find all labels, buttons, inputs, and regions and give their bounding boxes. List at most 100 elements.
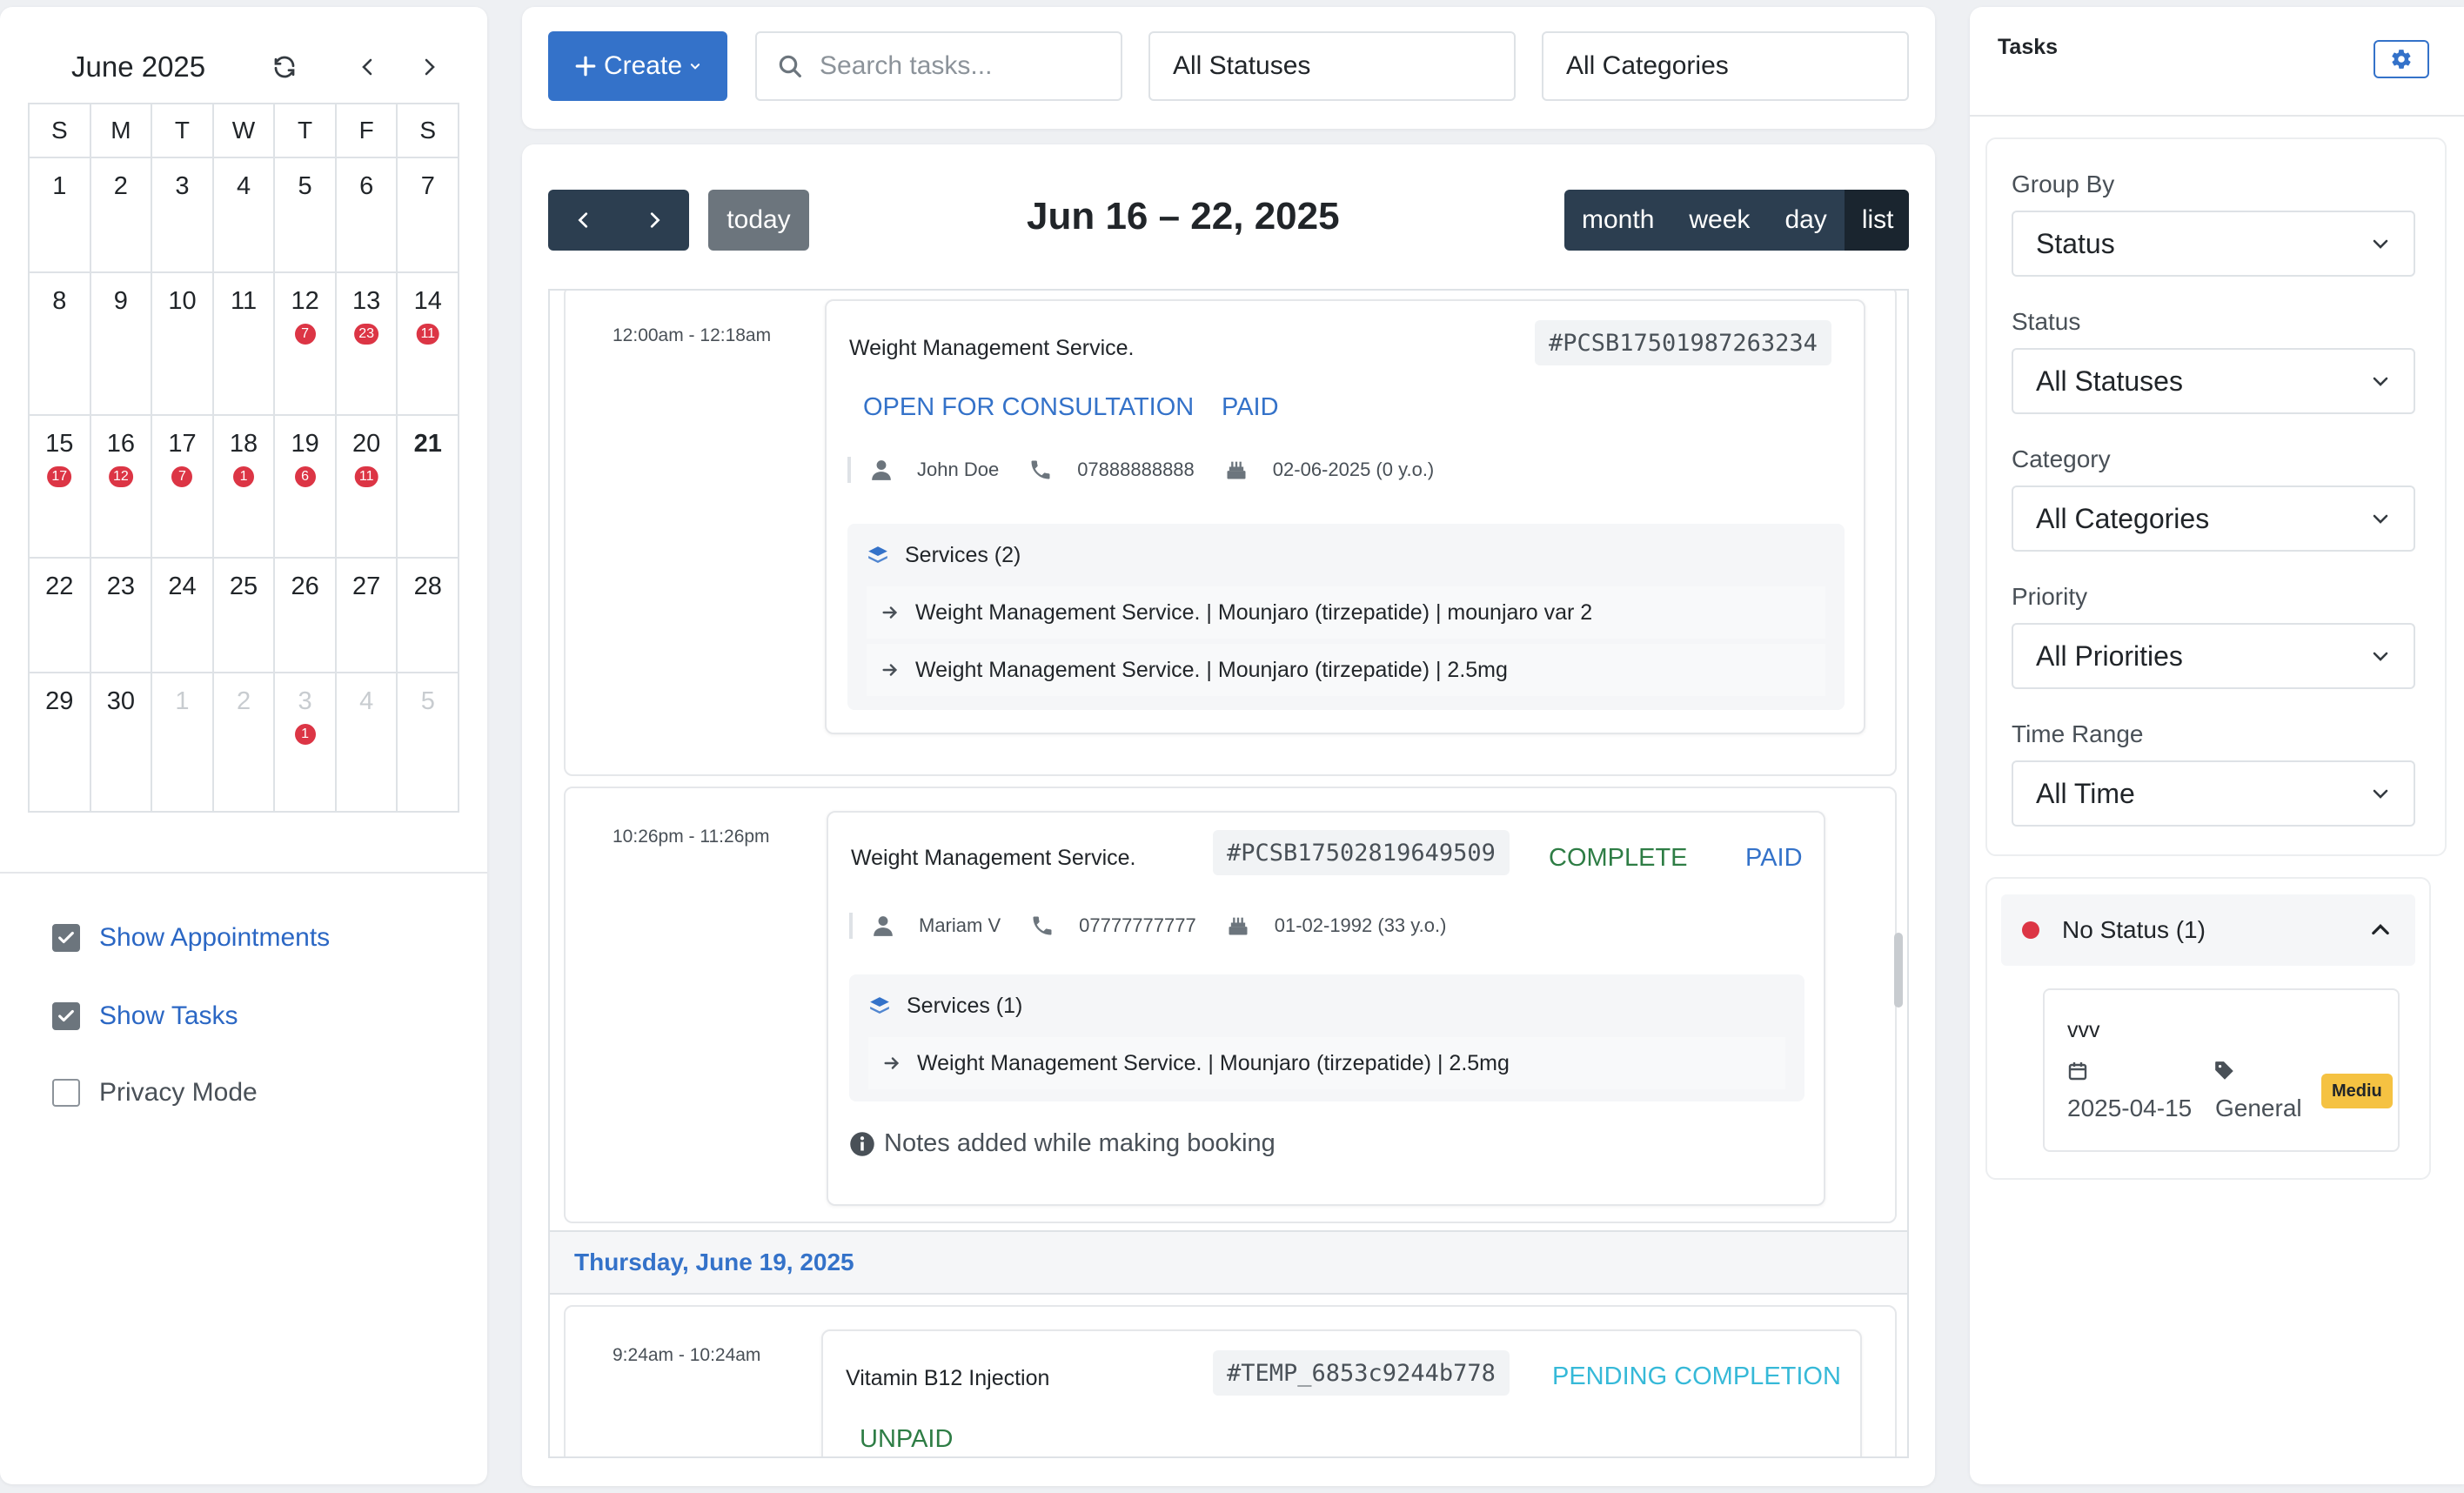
- mini-calendar-day[interactable]: 22: [30, 559, 91, 673]
- user-icon: [872, 460, 891, 480]
- task-title: vvv: [2067, 1018, 2100, 1042]
- mini-calendar-day[interactable]: 28: [398, 559, 460, 673]
- day-number: 10: [168, 287, 197, 315]
- appointment-card[interactable]: Vitamin B12 Injection #TEMP_6853c9244b77…: [821, 1329, 1862, 1456]
- task-group-header[interactable]: No Status (1): [2001, 894, 2415, 966]
- mini-calendar-day[interactable]: 6: [336, 158, 398, 273]
- appointment-card[interactable]: Weight Management Service. #PCSB17502819…: [827, 811, 1825, 1206]
- list-scrollbar[interactable]: [1894, 933, 1903, 1008]
- category-filter-select[interactable]: All Categories: [1542, 31, 1909, 101]
- category-select[interactable]: All Categories: [2012, 485, 2415, 552]
- mini-calendar-day[interactable]: 11: [213, 273, 276, 416]
- chevron-right-icon: [650, 212, 660, 228]
- show-appointments-toggle[interactable]: Show Appointments: [52, 919, 330, 957]
- task-filters: Group By Status Status All Statuses Cate…: [1985, 137, 2447, 856]
- mini-calendar-day[interactable]: 31: [275, 673, 337, 813]
- appointment-title: Weight Management Service.: [849, 336, 1135, 360]
- list-item[interactable]: 10:26pm - 11:26pm Weight Management Serv…: [564, 787, 1897, 1223]
- service-item: Weight Management Service. | Mounjaro (t…: [868, 1037, 1785, 1089]
- mini-calendar-day[interactable]: 15 17: [30, 416, 91, 559]
- privacy-mode-checkbox[interactable]: [52, 1079, 80, 1107]
- tasks-settings-button[interactable]: [2374, 40, 2429, 78]
- weekday-header: S: [30, 104, 91, 158]
- mini-next-month-button[interactable]: [407, 45, 451, 89]
- mini-calendar-day[interactable]: 25: [213, 559, 276, 673]
- task-card[interactable]: vvv 2025-04-15 General Mediu: [2043, 988, 2400, 1152]
- mini-calendar-day[interactable]: 30: [90, 673, 153, 813]
- search-input[interactable]: Search tasks...: [755, 31, 1122, 101]
- status-select[interactable]: All Statuses: [2012, 348, 2415, 414]
- mini-calendar-day[interactable]: 3: [152, 158, 214, 273]
- mini-calendar-day[interactable]: 8: [30, 273, 91, 416]
- mini-calendar-day[interactable]: 18 1: [213, 416, 276, 559]
- patient-name: Mariam V: [919, 914, 1001, 936]
- mini-calendar-day[interactable]: 14 11: [398, 273, 460, 416]
- mini-calendar-day[interactable]: 4: [213, 158, 276, 273]
- day-number: 14: [413, 287, 442, 315]
- mini-calendar-day[interactable]: 7: [398, 158, 460, 273]
- view-list-button[interactable]: list: [1844, 190, 1909, 251]
- mini-calendar-day[interactable]: 1: [30, 158, 91, 273]
- mini-calendar-day[interactable]: 10: [152, 273, 214, 416]
- tasks-panel-divider: [1970, 115, 2464, 117]
- view-day-button[interactable]: day: [1767, 190, 1844, 251]
- day-number: 3: [175, 172, 190, 200]
- time-range-select[interactable]: All Time: [2012, 760, 2415, 827]
- view-month-button[interactable]: month: [1564, 190, 1671, 251]
- calendar-next-button[interactable]: [619, 190, 689, 251]
- priority-label: Priority: [2012, 583, 2088, 610]
- appointment-card[interactable]: Weight Management Service. #PCSB17501987…: [825, 299, 1865, 734]
- day-number: 7: [420, 172, 435, 200]
- privacy-mode-toggle[interactable]: Privacy Mode: [52, 1074, 258, 1112]
- calendar-nav: [548, 190, 689, 251]
- mini-calendar-day[interactable]: 9: [90, 273, 153, 416]
- priority-select[interactable]: All Priorities: [2012, 623, 2415, 689]
- mini-calendar-day[interactable]: 2: [213, 673, 276, 813]
- mini-calendar-day[interactable]: 17 7: [152, 416, 214, 559]
- service-item: Weight Management Service. | Mounjaro (t…: [867, 586, 1825, 639]
- calendar-prev-button[interactable]: [548, 190, 619, 251]
- today-button[interactable]: today: [708, 190, 809, 251]
- refresh-icon[interactable]: [263, 45, 306, 89]
- mini-calendar-day[interactable]: 21: [398, 416, 460, 559]
- group-by-select[interactable]: Status: [2012, 211, 2415, 277]
- mini-calendar-day[interactable]: 2: [90, 158, 153, 273]
- show-appointments-label: Show Appointments: [99, 923, 331, 952]
- mini-calendar-day[interactable]: 1: [152, 673, 214, 813]
- mini-calendar-day[interactable]: 16 12: [90, 416, 153, 559]
- mini-calendar-day[interactable]: 24: [152, 559, 214, 673]
- create-button[interactable]: Create: [548, 31, 727, 101]
- status-filter-select[interactable]: All Statuses: [1148, 31, 1516, 101]
- patient-dob: 02-06-2025 (0 y.o.): [1272, 459, 1435, 480]
- mini-calendar-day[interactable]: 5: [398, 673, 460, 813]
- view-week-button[interactable]: week: [1671, 190, 1767, 251]
- show-appointments-checkbox[interactable]: [52, 924, 80, 952]
- day-number: 23: [106, 572, 135, 600]
- mini-prev-month-button[interactable]: [346, 45, 390, 89]
- plus-icon: [575, 56, 596, 77]
- mini-calendar-day[interactable]: 5: [275, 158, 337, 273]
- mini-calendar-day[interactable]: 13 23: [336, 273, 398, 416]
- services-label: Services (1): [907, 994, 1023, 1018]
- mini-calendar-day[interactable]: 19 6: [275, 416, 337, 559]
- list-item[interactable]: 12:00am - 12:18am Weight Management Serv…: [564, 291, 1897, 776]
- user-icon: [874, 916, 893, 936]
- mini-calendar-day[interactable]: 29: [30, 673, 91, 813]
- list-item[interactable]: 9:24am - 10:24am Vitamin B12 Injection #…: [564, 1305, 1897, 1456]
- event-count-badge: 1: [294, 724, 316, 745]
- payment-badge: PAID: [1222, 393, 1279, 421]
- event-count-badge: 1: [233, 466, 255, 487]
- mini-calendar-day[interactable]: 20 11: [336, 416, 398, 559]
- day-number: 17: [168, 430, 197, 458]
- mini-calendar-day[interactable]: 27: [336, 559, 398, 673]
- mini-calendar-day[interactable]: 12 7: [275, 273, 337, 416]
- show-tasks-toggle[interactable]: Show Tasks: [52, 997, 238, 1035]
- mini-calendar-day[interactable]: 23: [90, 559, 153, 673]
- show-tasks-checkbox[interactable]: [52, 1002, 80, 1030]
- create-button-label: Create: [603, 51, 683, 80]
- mini-calendar-day[interactable]: 4: [336, 673, 398, 813]
- mini-calendar-day[interactable]: 26: [275, 559, 337, 673]
- day-number: 21: [413, 430, 442, 458]
- show-tasks-label: Show Tasks: [99, 1001, 238, 1030]
- status-dot: [2022, 921, 2039, 939]
